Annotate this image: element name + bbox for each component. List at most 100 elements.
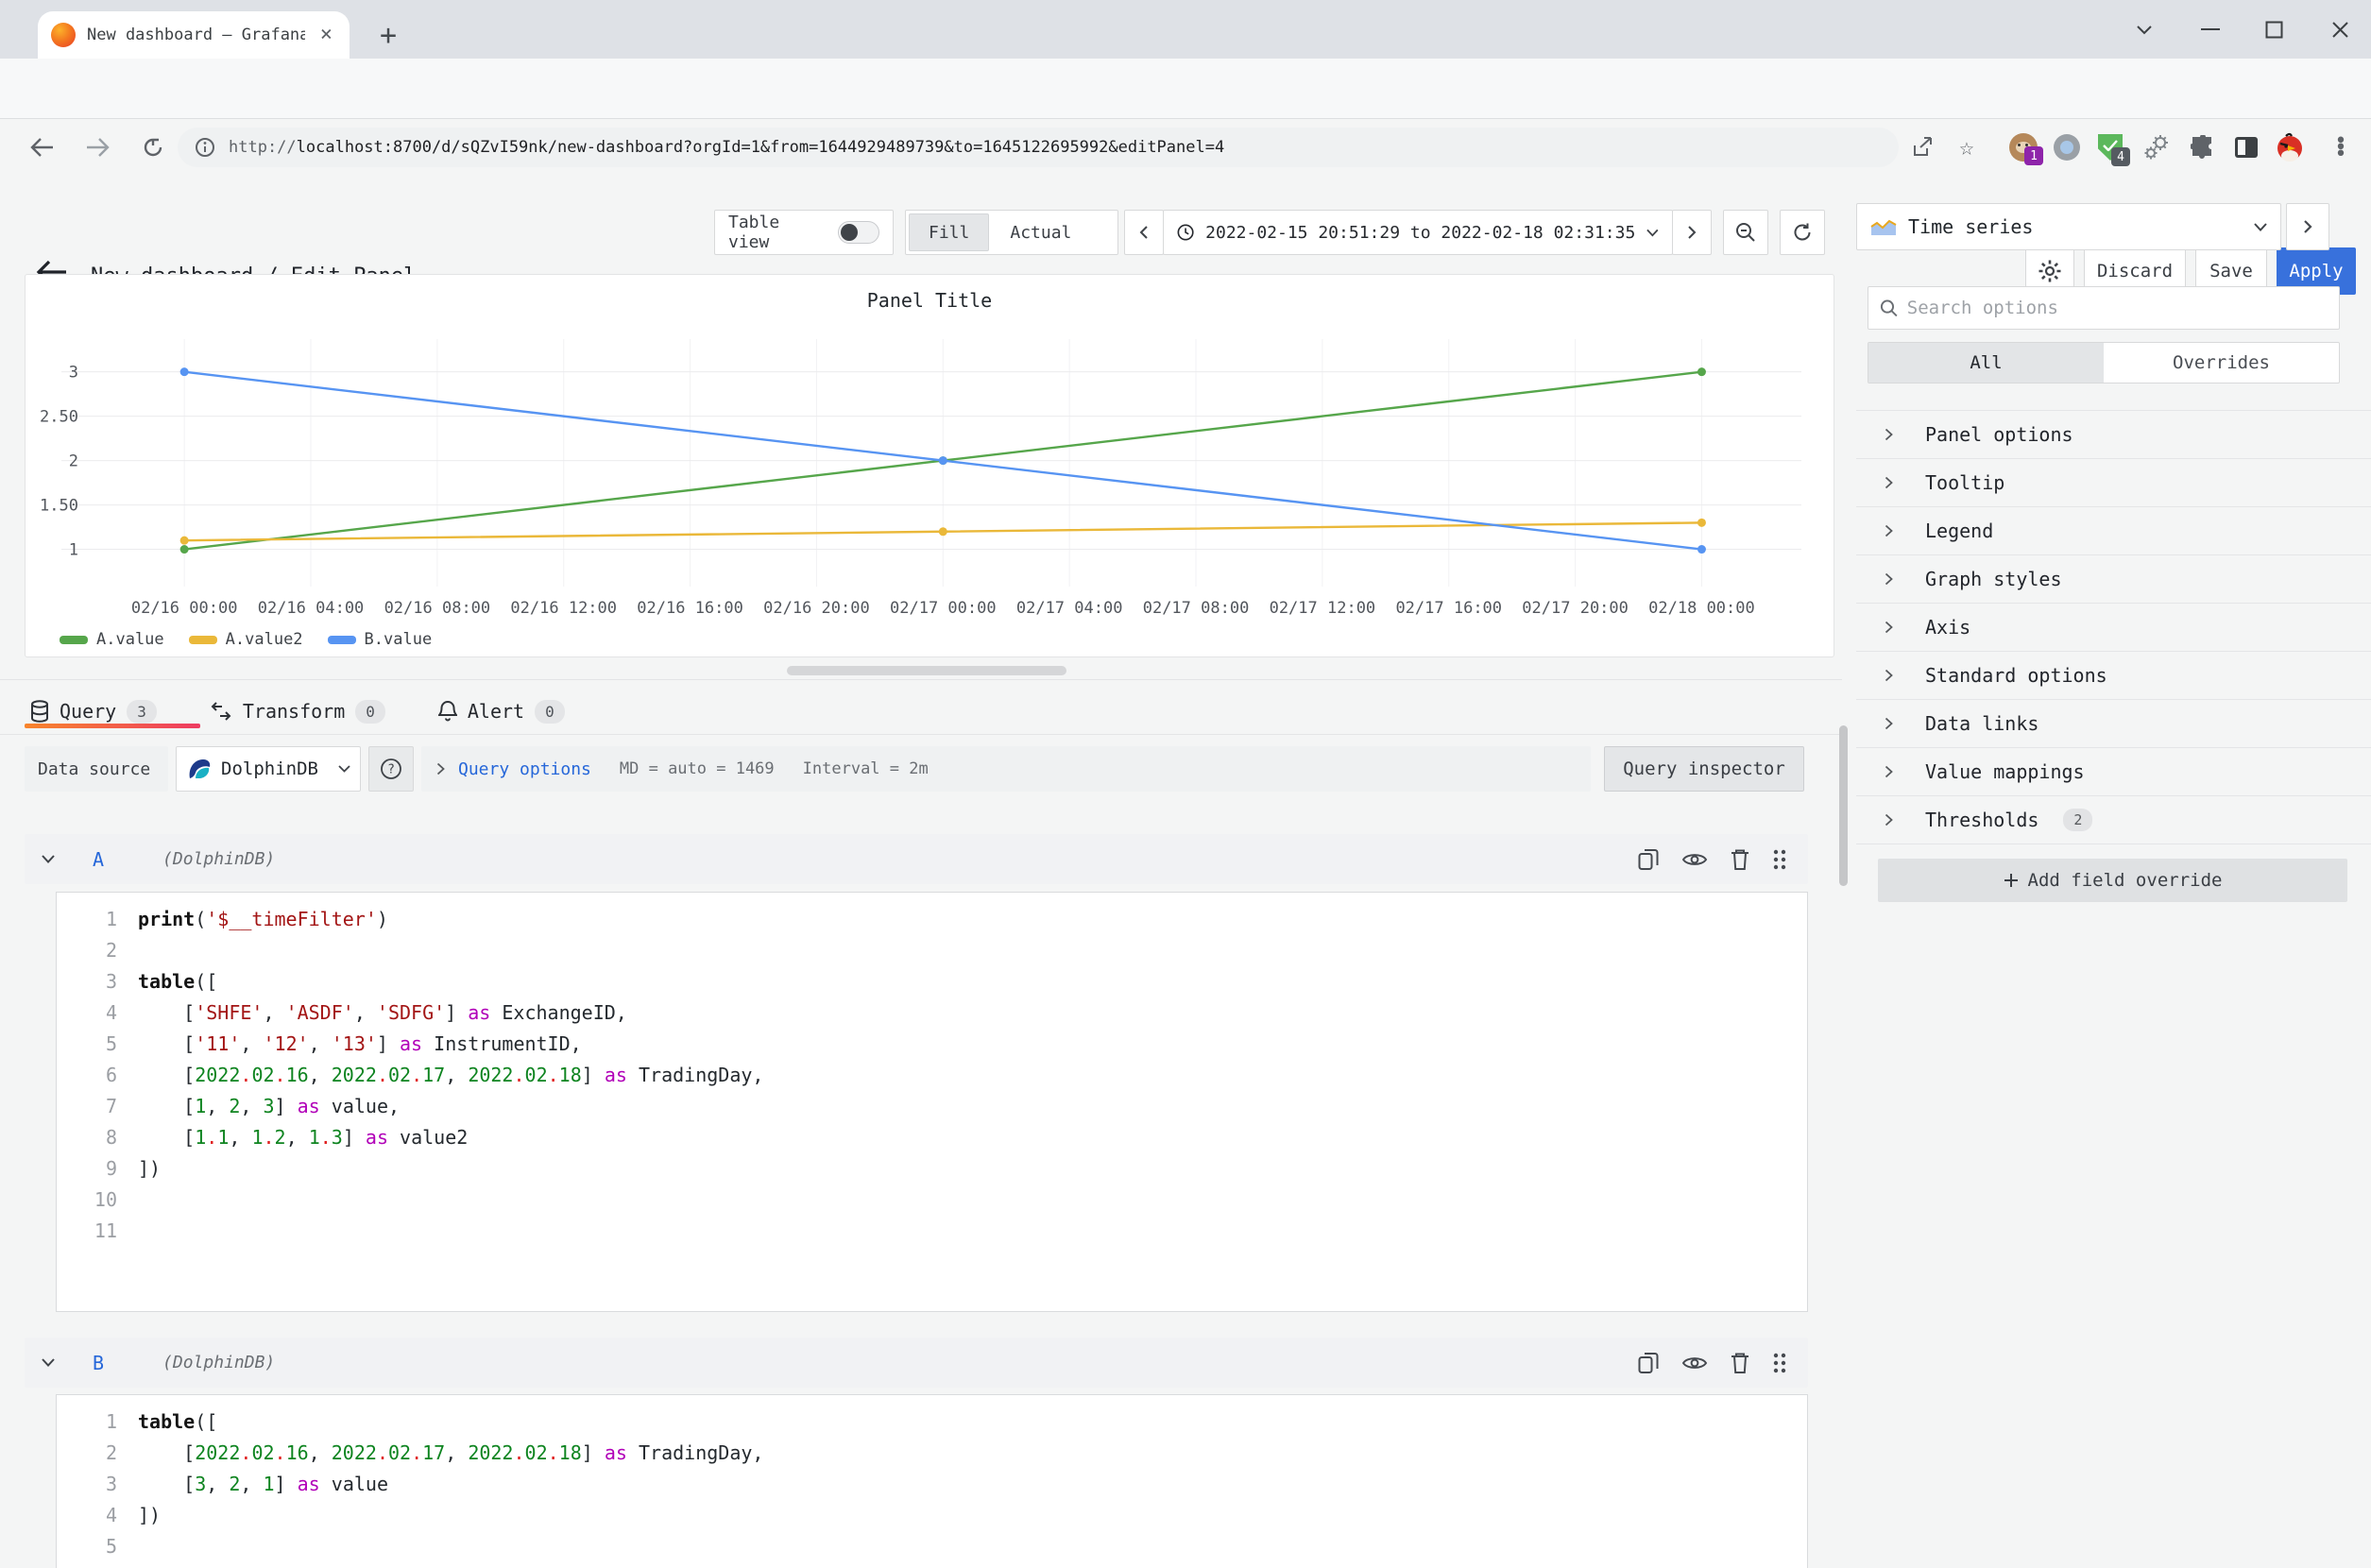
section-tooltip[interactable]: Tooltip — [1856, 459, 2371, 507]
collapse-chevron-icon[interactable] — [42, 855, 55, 863]
time-range-back-button[interactable] — [1124, 210, 1164, 255]
svg-text:02/17 08:00: 02/17 08:00 — [1143, 599, 1250, 618]
section-panel-options[interactable]: Panel options — [1856, 411, 2371, 459]
actual-option[interactable]: Actual — [991, 213, 1090, 251]
timeseries-chart: Panel Title02/16 00:0002/16 04:0002/16 0… — [26, 275, 1834, 656]
code-line[interactable]: 9]) — [57, 1152, 1807, 1184]
toggle-visibility-eye-icon[interactable] — [1681, 850, 1708, 869]
legend-label: B.value — [365, 630, 433, 649]
code-line[interactable]: 7 [1, 2, 3] as value, — [57, 1090, 1807, 1121]
section-value-mappings[interactable]: Value mappings — [1856, 748, 2371, 796]
panel-resize-handle[interactable] — [787, 666, 1066, 675]
duplicate-query-icon[interactable] — [1638, 848, 1659, 871]
code-editor-A[interactable]: 1print('$__timeFilter')23table([4 ['SHFE… — [56, 892, 1808, 1312]
code-line[interactable]: 6 — [57, 1561, 1807, 1568]
filter-all-tab[interactable]: All — [1868, 343, 2104, 383]
tab-label: Transform — [243, 700, 345, 723]
query-ref-id: A — [93, 848, 104, 871]
legend-item-a.value[interactable]: A.value — [60, 630, 164, 649]
code-line[interactable]: 2 — [57, 934, 1807, 965]
time-zoom-out-button[interactable] — [1723, 210, 1768, 255]
code-line[interactable]: 5 ['11', '12', '13'] as InstrumentID, — [57, 1028, 1807, 1059]
line-number: 3 — [57, 970, 117, 993]
code-line[interactable]: 10 — [57, 1184, 1807, 1215]
legend-swatch — [328, 636, 356, 644]
query-datasource-note: (DolphinDB) — [162, 849, 275, 869]
code-text: [1.1, 1.2, 1.3] as value2 — [138, 1126, 468, 1149]
svg-text:02/16 20:00: 02/16 20:00 — [763, 599, 870, 618]
drag-handle-icon[interactable] — [1772, 848, 1787, 871]
table-view-label: Table view — [728, 213, 825, 252]
svg-text:02/18 00:00: 02/18 00:00 — [1648, 599, 1755, 618]
time-range-forward-button[interactable] — [1672, 210, 1712, 255]
svg-text:02/17 20:00: 02/17 20:00 — [1522, 599, 1629, 618]
collapse-chevron-icon[interactable] — [42, 1358, 55, 1367]
code-line[interactable]: 4]) — [57, 1499, 1807, 1530]
code-line[interactable]: 1print('$__timeFilter') — [57, 903, 1807, 934]
new-tab-button[interactable]: + — [370, 17, 406, 53]
code-line[interactable]: 6 [2022.02.16, 2022.02.17, 2022.02.18] a… — [57, 1059, 1807, 1090]
time-range-picker[interactable]: 2022-02-15 20:51:29 to 2022-02-18 02:31:… — [1163, 210, 1673, 255]
browser-tab[interactable]: New dashboard – Grafana × — [38, 11, 350, 59]
window-minimize-button[interactable] — [2182, 0, 2239, 59]
time-series-panel[interactable]: Panel Title02/16 00:0002/16 04:0002/16 0… — [25, 274, 1834, 657]
query-inspector-button[interactable]: Query inspector — [1604, 746, 1804, 792]
visualization-picker[interactable]: Time series — [1856, 203, 2281, 250]
tab-close-icon[interactable]: × — [316, 23, 336, 47]
svg-text:02/16 00:00: 02/16 00:00 — [131, 599, 238, 618]
svg-text:02/16 04:00: 02/16 04:00 — [258, 599, 365, 618]
query-row-header-B[interactable]: B (DolphinDB) — [25, 1338, 1808, 1388]
delete-query-trash-icon[interactable] — [1731, 848, 1749, 871]
code-line[interactable]: 11 — [57, 1215, 1807, 1246]
filter-overrides-tab[interactable]: Overrides — [2104, 343, 2339, 383]
content-scrollbar[interactable] — [1839, 725, 1848, 886]
query-row-header-A[interactable]: A (DolphinDB) — [25, 834, 1808, 884]
window-maximize-button[interactable] — [2245, 0, 2302, 59]
line-number: 3 — [57, 1473, 117, 1495]
legend-item-b.value[interactable]: B.value — [328, 630, 433, 649]
section-thresholds[interactable]: Thresholds2 — [1856, 796, 2371, 844]
data-source-help-button[interactable]: ? — [368, 746, 414, 792]
duplicate-query-icon[interactable] — [1638, 1352, 1659, 1374]
table-view-toggle-group: Table view — [714, 210, 894, 255]
data-source-picker[interactable]: DolphinDB — [176, 746, 361, 792]
code-line[interactable]: 1table([ — [57, 1406, 1807, 1437]
chevron-down-icon — [338, 765, 350, 773]
code-line[interactable]: 8 [1.1, 1.2, 1.3] as value2 — [57, 1121, 1807, 1152]
section-legend[interactable]: Legend — [1856, 507, 2371, 555]
add-field-override-button[interactable]: Add field override — [1878, 859, 2347, 902]
code-line[interactable]: 4 ['SHFE', 'ASDF', 'SDFG'] as ExchangeID… — [57, 997, 1807, 1028]
tab-search-icon[interactable] — [2116, 0, 2173, 59]
section-axis[interactable]: Axis — [1856, 604, 2371, 652]
options-sections: Panel options TooltipLegendGraph stylesAx… — [1856, 410, 2371, 844]
code-line[interactable]: 5 — [57, 1530, 1807, 1561]
fill-option[interactable]: Fill — [909, 213, 989, 251]
table-view-switch[interactable] — [838, 221, 879, 244]
code-line[interactable]: 3 [3, 2, 1] as value — [57, 1468, 1807, 1499]
tab-alert[interactable]: Alert0 — [438, 690, 565, 733]
section-label: Panel options — [1925, 423, 2073, 446]
delete-query-trash-icon[interactable] — [1731, 1352, 1749, 1374]
refresh-button[interactable] — [1780, 210, 1825, 255]
code-line[interactable]: 3table([ — [57, 965, 1807, 997]
options-search[interactable] — [1868, 286, 2340, 330]
svg-text:2: 2 — [69, 452, 78, 471]
window-close-button[interactable] — [2311, 0, 2368, 59]
section-graph-styles[interactable]: Graph styles — [1856, 555, 2371, 604]
svg-text:2.50: 2.50 — [40, 408, 78, 427]
code-line[interactable]: 2 [2022.02.16, 2022.02.17, 2022.02.18] a… — [57, 1437, 1807, 1468]
options-search-input[interactable] — [1907, 298, 2328, 318]
query-options-link[interactable]: Query options — [458, 759, 591, 779]
chevron-right-icon — [1885, 813, 1893, 827]
options-pane-collapse-button[interactable] — [2286, 203, 2329, 250]
section-standard-options[interactable]: Standard options — [1856, 652, 2371, 700]
toggle-visibility-eye-icon[interactable] — [1681, 1354, 1708, 1372]
tab-label: Query — [60, 700, 116, 723]
tab-transform[interactable]: Transform0 — [210, 690, 385, 733]
interval-text: Interval = 2m — [803, 759, 929, 778]
query-options-bar[interactable]: Query options MD = auto = 1469 Interval … — [421, 746, 1591, 792]
legend-item-a.value2[interactable]: A.value2 — [189, 630, 303, 649]
code-editor-B[interactable]: 1table([2 [2022.02.16, 2022.02.17, 2022.… — [56, 1394, 1808, 1568]
drag-handle-icon[interactable] — [1772, 1352, 1787, 1374]
section-data-links[interactable]: Data links — [1856, 700, 2371, 748]
